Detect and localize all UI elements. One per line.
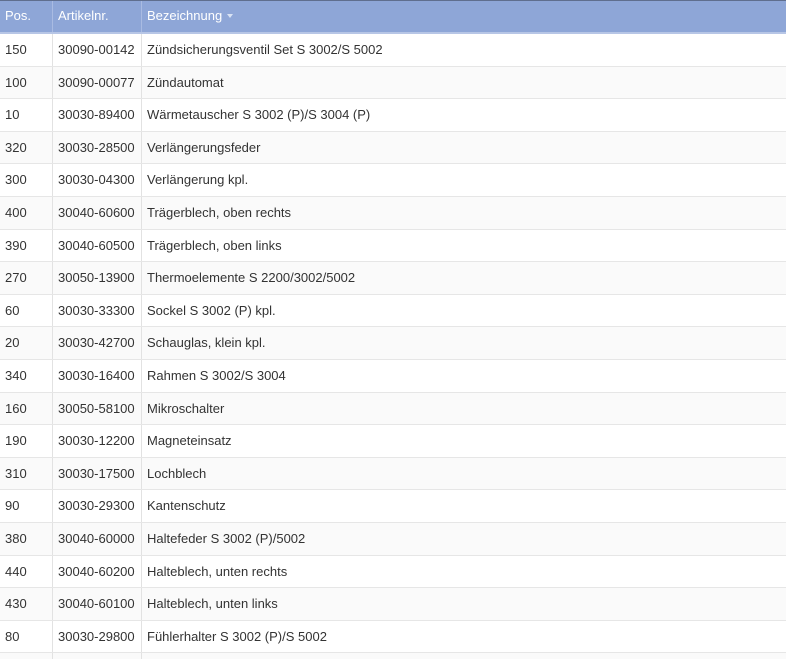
cell-pos: 90 (0, 490, 53, 522)
cell-bezeichnung: Magneteinsatz (147, 433, 232, 449)
cell-pos: 80 (0, 620, 53, 653)
cell-pos: 400 (0, 196, 53, 229)
cell-bezeichnung: Schauglas, klein kpl. (147, 335, 266, 351)
cell-artikelnr: 30030-17500 (53, 457, 142, 490)
table-row[interactable]: 300 30030-04300 Verlängerung kpl. (0, 164, 786, 197)
table-row[interactable] (0, 653, 786, 659)
table-row[interactable]: 60 30030-33300 Sockel S 3002 (P) kpl. (0, 294, 786, 328)
column-header-label: Bezeichnung (147, 8, 223, 23)
cell-bezeichnung: Lochblech (147, 465, 207, 481)
cell-artikelnr: 30050-58100 (53, 392, 142, 425)
table-row[interactable]: 390 30040-60500 Trägerblech, oben links (0, 229, 786, 263)
cell-bezeichnung: Rahmen S 3002/S 3004 (147, 367, 286, 383)
cell-pos: 20 (0, 327, 53, 359)
table-row[interactable]: 90 30030-29300 Kantenschutz (0, 490, 786, 523)
table-row[interactable]: 190 30030-12200 Magneteinsatz (0, 425, 786, 458)
cell-artikelnr: 30090-00142 (53, 34, 142, 66)
cell-bezeichnung: Verlängerung kpl. (147, 172, 249, 188)
cell-pos: 430 (0, 588, 53, 620)
cell-artikelnr: 30050-13900 (53, 262, 142, 294)
cell-pos: 340 (0, 359, 53, 392)
cell-bezeichnung: Kantenschutz (147, 498, 226, 514)
cell-artikelnr: 30040-60500 (53, 229, 142, 262)
cell-artikelnr: 30040-60000 (53, 522, 142, 555)
table-row[interactable]: 400 30040-60600 Trägerblech, oben rechts (0, 196, 786, 230)
column-header-label: Pos. (5, 8, 32, 23)
table-row[interactable]: 160 30050-58100 Mikroschalter (0, 392, 786, 426)
table-row[interactable]: 100 30090-00077 Zündautomat (0, 66, 786, 100)
cell-pos: 160 (0, 392, 53, 425)
cell-bezeichnung: Haltefeder S 3002 (P)/5002 (147, 530, 306, 546)
table-row[interactable]: 20 30030-42700 Schauglas, klein kpl. (0, 327, 786, 360)
column-header-artikelnr[interactable]: Artikelnr. (53, 1, 142, 32)
table-row[interactable]: 270 30050-13900 Thermoelemente S 2200/3002… (0, 262, 786, 295)
cell-artikelnr: 30040-60100 (53, 588, 142, 620)
cell-artikelnr: 30090-00077 (53, 66, 142, 99)
cell-artikelnr: 30030-16400 (53, 359, 142, 392)
cell-bezeichnung (142, 653, 786, 659)
column-header-label: Artikelnr. (58, 8, 109, 23)
chevron-down-icon[interactable] (227, 13, 234, 18)
table-row[interactable]: 10 30030-89400 Wärmetauscher S 3002 (P)/S … (0, 99, 786, 132)
cell-bezeichnung: Mikroschalter (147, 400, 225, 416)
cell-pos (0, 653, 53, 659)
cell-bezeichnung: Sockel S 3002 (P) kpl. (147, 302, 276, 318)
cell-pos: 440 (0, 555, 53, 588)
cell-pos: 310 (0, 457, 53, 490)
cell-bezeichnung: Halteblech, unten links (147, 596, 278, 612)
table-row[interactable]: 380 30040-60000 Haltefeder S 3002 (P)/5002 (0, 522, 786, 556)
table-header: Pos. Artikelnr. Bezeichnung (0, 1, 786, 34)
cell-artikelnr: 30040-60200 (53, 555, 142, 588)
cell-bezeichnung: Fühlerhalter S 3002 (P)/S 5002 (147, 628, 327, 644)
table-row[interactable]: 310 30030-17500 Lochblech (0, 457, 786, 491)
cell-pos: 60 (0, 294, 53, 327)
cell-artikelnr: 30030-29300 (53, 490, 142, 522)
table-row[interactable]: 80 30030-29800 Fühlerhalter S 3002 (P)/S 5… (0, 620, 786, 654)
cell-artikelnr: 30040-60600 (53, 196, 142, 229)
table-body: 150 30090-00142 Zündsicherungsventil Set S… (0, 34, 786, 659)
table-row[interactable]: 430 30040-60100 Halteblech, unten links (0, 588, 786, 621)
cell-artikelnr (53, 653, 142, 659)
cell-bezeichnung: Trägerblech, oben links (147, 237, 282, 253)
cell-bezeichnung: Wärmetauscher S 3002 (P)/S 3004 (P) (147, 107, 371, 123)
cell-artikelnr: 30030-42700 (53, 327, 142, 359)
cell-pos: 320 (0, 131, 53, 164)
cell-pos: 190 (0, 425, 53, 457)
cell-bezeichnung: Thermoelemente S 2200/3002/5002 (147, 270, 356, 286)
cell-artikelnr: 30030-04300 (53, 164, 142, 196)
cell-artikelnr: 30030-12200 (53, 425, 142, 457)
column-header-bezeichnung[interactable]: Bezeichnung (142, 1, 786, 32)
cell-artikelnr: 30030-29800 (53, 620, 142, 653)
cell-bezeichnung: Zündsicherungsventil Set S 3002/S 5002 (147, 42, 383, 57)
table-row[interactable]: 320 30030-28500 Verlängerungsfeder (0, 131, 786, 165)
cell-pos: 100 (0, 66, 53, 99)
cell-pos: 380 (0, 522, 53, 555)
table-row[interactable]: 340 30030-16400 Rahmen S 3002/S 3004 (0, 359, 786, 393)
cell-pos: 300 (0, 164, 53, 196)
table-row[interactable]: 440 30040-60200 Halteblech, unten rechts (0, 555, 786, 589)
cell-bezeichnung: Halteblech, unten rechts (147, 563, 288, 579)
cell-bezeichnung: Trägerblech, oben rechts (147, 204, 292, 220)
cell-artikelnr: 30030-33300 (53, 294, 142, 327)
cell-bezeichnung: Verlängerungsfeder (147, 139, 261, 155)
cell-artikelnr: 30030-28500 (53, 131, 142, 164)
cell-pos: 150 (0, 34, 53, 66)
column-header-pos[interactable]: Pos. (0, 1, 53, 32)
parts-table: Pos. Artikelnr. Bezeichnung 150 30090-001… (0, 0, 786, 659)
cell-pos: 390 (0, 229, 53, 262)
cell-pos: 270 (0, 262, 53, 294)
cell-artikelnr: 30030-89400 (53, 99, 142, 131)
cell-bezeichnung: Zündautomat (147, 74, 224, 90)
table-row[interactable]: 150 30090-00142 Zündsicherungsventil Set S… (0, 34, 786, 67)
cell-pos: 10 (0, 99, 53, 131)
